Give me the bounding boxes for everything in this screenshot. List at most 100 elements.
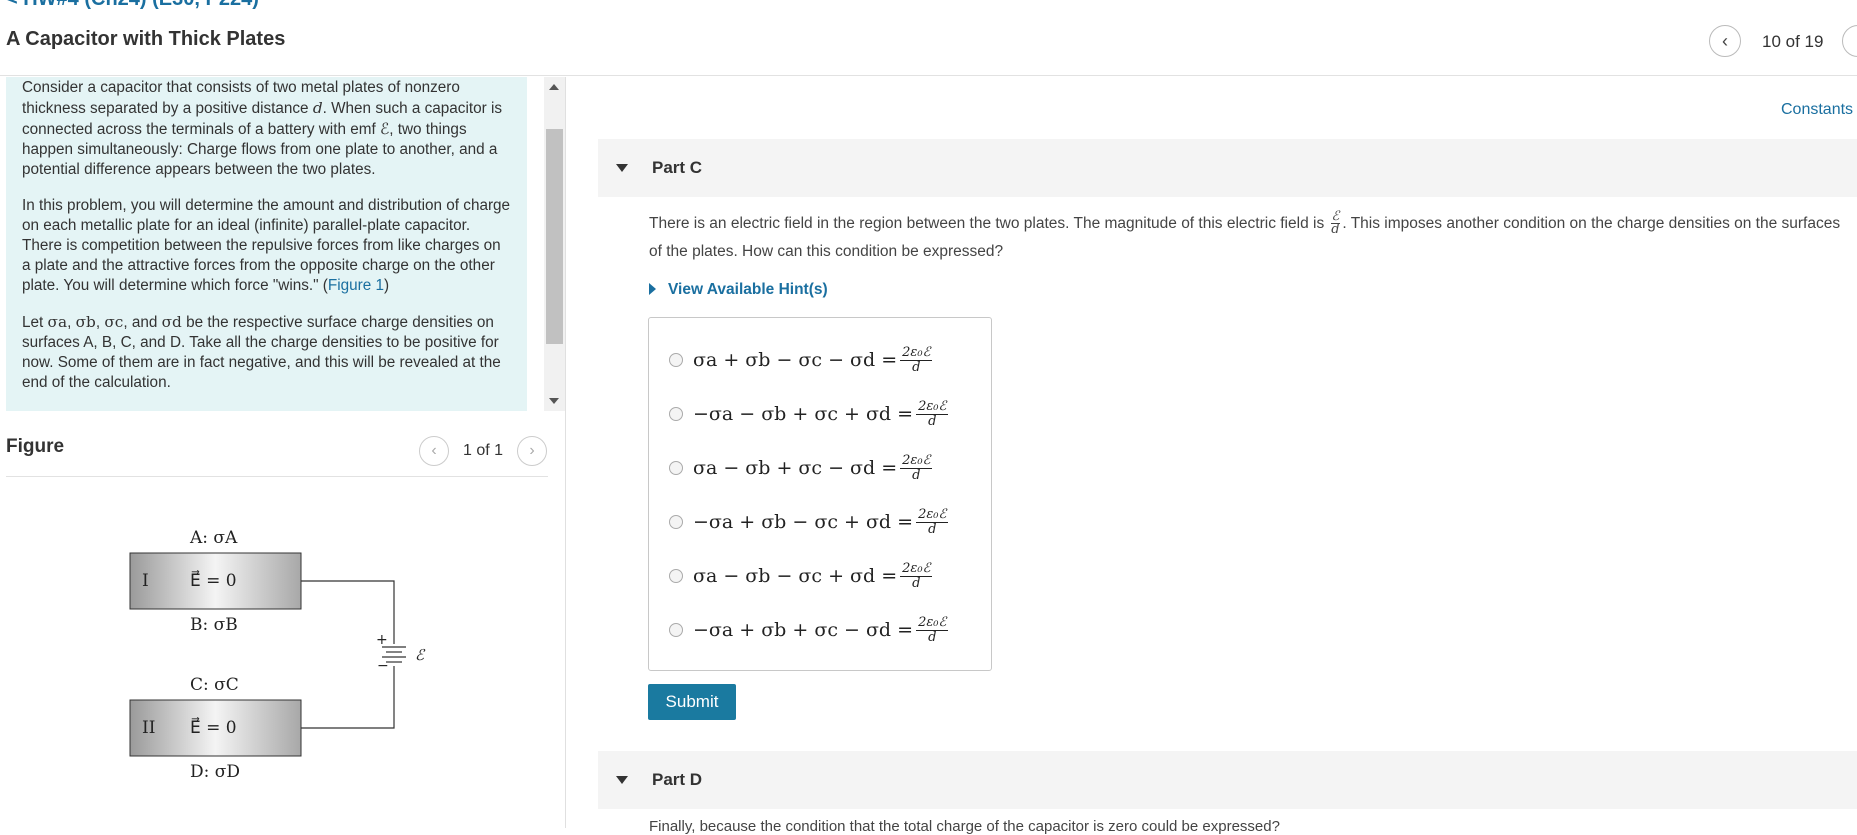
submit-button[interactable]: Submit [648,684,736,720]
plate-ii-label: II [142,718,155,738]
chevron-right-icon: › [529,442,535,459]
answer-option[interactable]: σa − σb − σc + σd = 2ε₀ℰ d [669,556,933,596]
field-plate-ii-label: E⃗ = 0 [190,717,237,738]
scroll-down-icon[interactable] [549,398,559,404]
intro-text: In this problem, you will determine the … [22,197,511,294]
intro-text: , and [123,314,162,331]
symbol-sigma-b: σb [75,313,96,331]
rhs-numerator: 2ε₀ℰ [916,398,949,415]
caret-down-icon [616,776,628,784]
answer-option[interactable]: σa + σb − σc − σd = 2ε₀ℰ d [669,340,933,380]
item-counter: 10 of 19 [1762,32,1824,51]
figure-prev-button[interactable]: ‹ [419,436,449,466]
intro-text: Let [22,314,48,331]
rhs-numerator: 2ε₀ℰ [900,344,933,361]
rhs-denominator: d [912,467,921,483]
option-equation: −σa + σb − σc + σd = 2ε₀ℰ d [693,506,949,537]
part-c-header[interactable]: Part C [598,139,1857,197]
option-equation: σa − σb − σc + σd = 2ε₀ℰ d [693,560,933,591]
capacitor-figure: A: σA I E⃗ = 0 B: σB C: σC II E⃗ = 0 D: … [129,528,426,782]
equation-lhs: σa − σb + σc − σd = [693,457,898,479]
caret-down-icon [616,164,628,172]
figure-title: Figure [6,436,65,457]
option-equation: σa − σb + σc − σd = 2ε₀ℰ d [693,452,933,483]
part-d-question: Finally, because the condition that the … [649,818,1280,835]
caret-right-icon [649,283,656,295]
part-d-header[interactable]: Part D [598,751,1857,809]
symbol-sigma-c: σc [104,313,124,331]
symbol-emf: ℰ [379,120,390,138]
scrollbar-thumb[interactable] [546,129,563,344]
answer-option[interactable]: σa − σb + σc − σd = 2ε₀ℰ d [669,448,933,488]
chevron-left-icon: ‹ [1722,30,1728,51]
answer-option[interactable]: −σa + σb + σc − σd = 2ε₀ℰ d [669,610,949,650]
problem-intro: Consider a capacitor that consists of tw… [6,78,527,393]
equation-lhs: −σa + σb − σc + σd = [693,511,914,533]
symbol-sigma-d: σd [161,313,182,331]
equation-rhs: 2ε₀ℰ d [900,560,933,591]
equation-rhs: 2ε₀ℰ d [900,344,933,375]
field-magnitude-fraction: ℰd [1330,210,1341,238]
page-title: A Capacitor with Thick Plates [6,28,286,50]
surface-d-label: D: σD [190,762,240,782]
view-hints-link[interactable]: View Available Hint(s) [649,281,828,299]
symbol-d: d [312,99,323,117]
option-equation: −σa + σb + σc − σd = 2ε₀ℰ d [693,615,949,645]
rhs-denominator: d [928,521,937,537]
option-equation: −σa − σb + σc + σd = 2ε₀ℰ d [693,398,949,429]
previous-item-button[interactable]: ‹ [1709,25,1741,57]
symbol-sigma-a: σa [47,313,68,331]
emf-label: ℰ [415,646,426,664]
equation-lhs: σa + σb − σc − σd = [693,349,898,371]
radio-button[interactable] [669,515,683,529]
battery-plus-label: + [376,632,388,648]
intro-scrollbar[interactable] [544,77,565,411]
rhs-denominator: d [928,629,937,645]
radio-button[interactable] [669,353,683,367]
figure-next-button[interactable]: › [517,436,547,466]
fraction-denominator: d [1331,222,1340,238]
equation-rhs: 2ε₀ℰ d [916,398,949,429]
wire-bottom [301,666,395,729]
intro-paragraph-2: In this problem, you will determine the … [22,196,511,296]
rhs-numerator: 2ε₀ℰ [900,560,933,577]
surface-b-label: B: σB [190,615,238,635]
surface-c-label: C: σC [190,675,239,695]
hint-label: View Available Hint(s) [668,281,828,298]
breadcrumb[interactable]: < HW#4 (Ch24) (E30, P224) [6,0,259,11]
next-item-button[interactable] [1842,25,1857,57]
part-c-question: There is an electric field in the region… [649,210,1849,266]
answer-options: σa + σb − σc − σd = 2ε₀ℰ d −σa − σb + σc +… [648,317,992,671]
figure-1-link[interactable]: Figure 1 [328,277,384,294]
header-divider [0,75,1857,76]
equation-lhs: σa − σb − σc + σd = [693,565,898,587]
panel-divider [565,77,566,828]
equation-lhs: −σa + σb + σc − σd = [693,619,914,641]
radio-button[interactable] [669,407,683,421]
surface-a-label: A: σA [189,528,238,548]
equation-lhs: −σa − σb + σc + σd = [693,403,914,425]
rhs-denominator: d [912,359,921,375]
intro-text: ) [384,277,390,294]
constants-link[interactable]: Constants [1781,101,1853,119]
answer-option[interactable]: −σa − σb + σc + σd = 2ε₀ℰ d [669,394,949,434]
plate-i-label: I [142,571,149,591]
radio-button[interactable] [669,623,683,637]
chevron-left-icon: ‹ [431,442,437,459]
equation-rhs: 2ε₀ℰ d [916,615,949,645]
answer-option[interactable]: −σa + σb − σc + σd = 2ε₀ℰ d [669,502,949,542]
intro-text: , [67,314,76,331]
intro-paragraph-1: Consider a capacitor that consists of tw… [22,78,511,180]
intro-paragraph-3: Let σa, σb, σc, and σd be the respective… [22,312,511,393]
rhs-numerator: 2ε₀ℰ [900,452,933,469]
equation-rhs: 2ε₀ℰ d [900,452,933,483]
field-plate-i-label: E⃗ = 0 [190,570,237,591]
part-d-label: Part D [652,770,703,789]
radio-button[interactable] [669,569,683,583]
part-c-label: Part C [652,158,703,177]
radio-button[interactable] [669,461,683,475]
scroll-up-icon[interactable] [549,84,559,90]
rhs-numerator: 2ε₀ℰ [916,506,949,523]
rhs-denominator: d [928,413,937,429]
battery-minus-label: − [377,658,389,674]
